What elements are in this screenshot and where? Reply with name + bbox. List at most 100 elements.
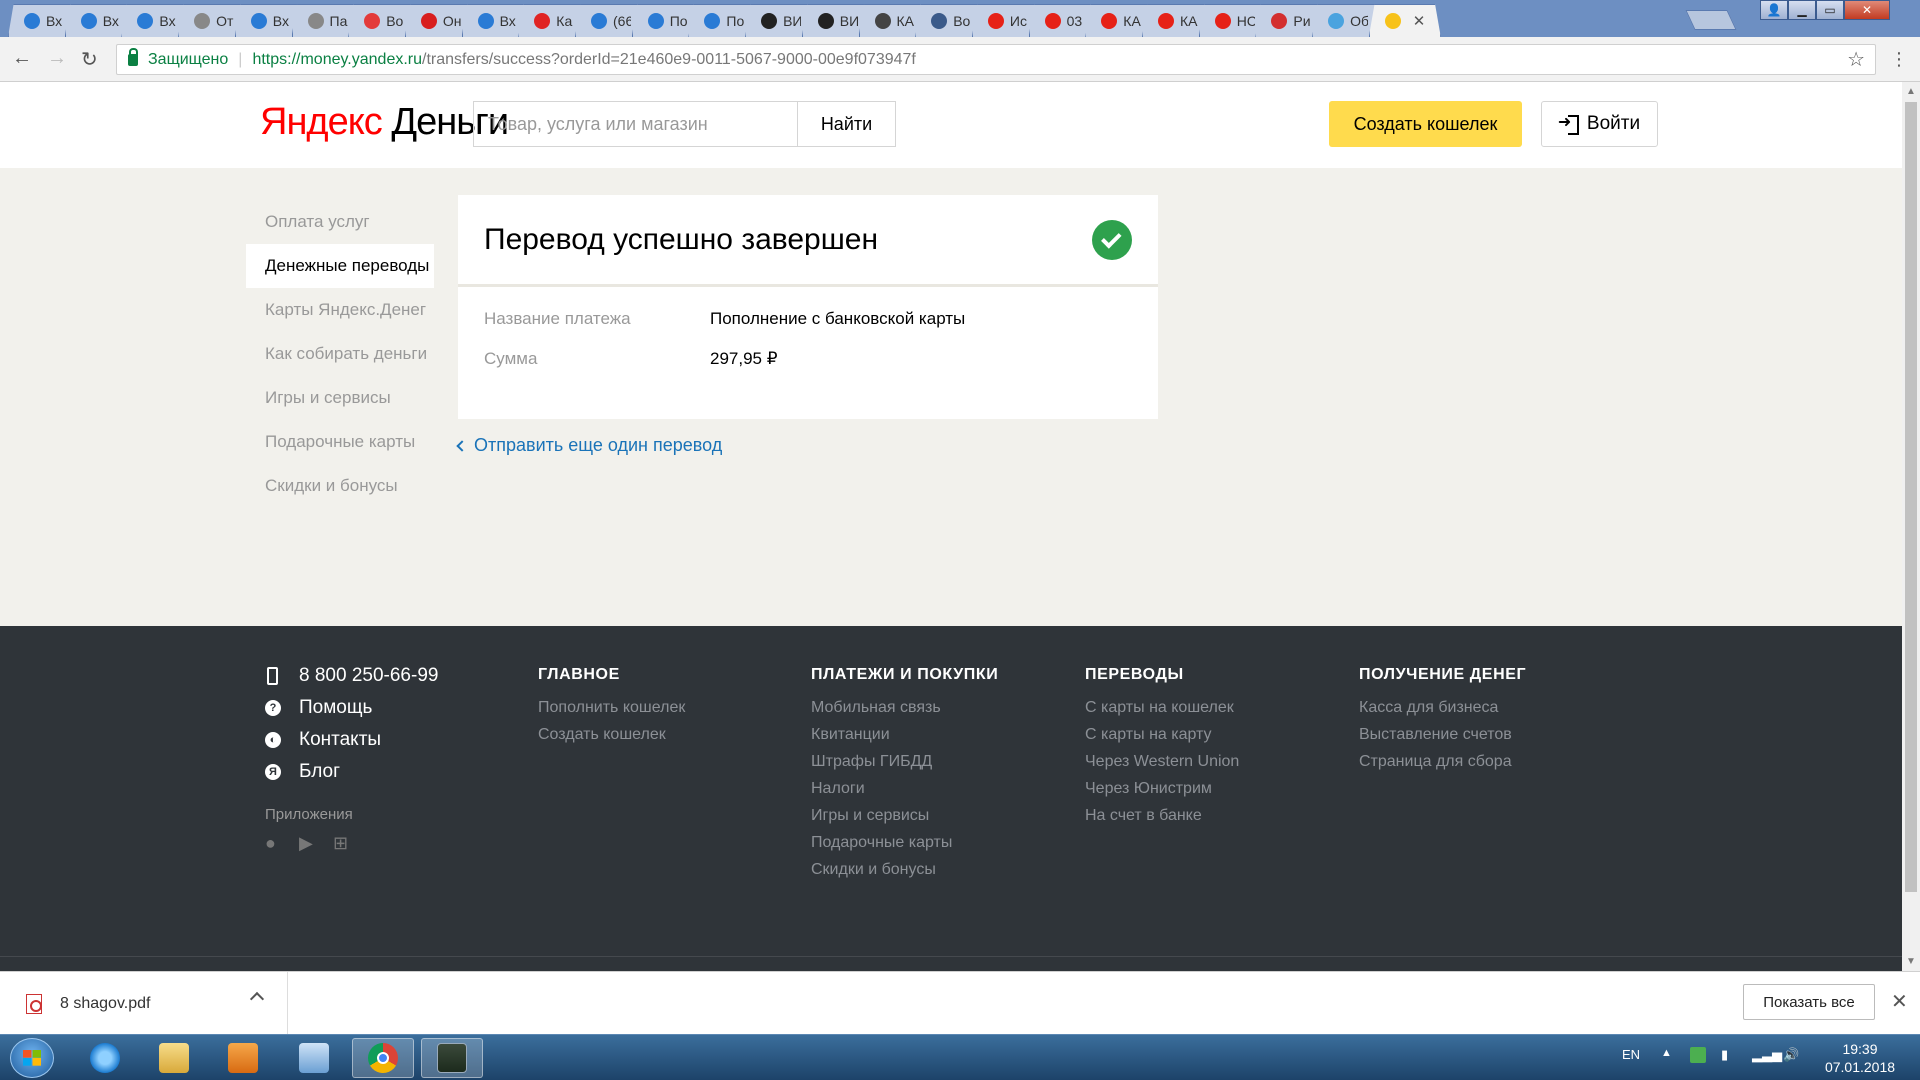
reload-icon[interactable]: ↻ <box>81 47 98 72</box>
user-profile-icon[interactable]: 👤 <box>1760 0 1788 20</box>
mail-at-icon <box>591 13 607 29</box>
system-clock[interactable]: 19:39 07.01.2018 <box>1810 1040 1910 1076</box>
back-arrow-icon[interactable]: ← <box>12 47 32 70</box>
send-another-transfer-link[interactable]: Отправить еще один перевод <box>456 435 722 456</box>
bird-icon <box>874 13 891 29</box>
windows-icon[interactable]: ⊞ <box>333 834 351 852</box>
clock-time: 19:39 <box>1842 1041 1878 1057</box>
close-shelf-icon[interactable]: ✕ <box>1891 989 1908 1014</box>
tab-title: КА <box>1180 13 1198 29</box>
footer-link[interactable]: Подарочные карты <box>811 829 998 856</box>
sidebar-nav: Оплата услуг Денежные переводы Карты Яндек… <box>246 200 434 508</box>
search-button[interactable]: Найти <box>797 101 896 147</box>
forward-arrow-icon[interactable]: → <box>47 47 67 70</box>
tab-title: От <box>216 13 234 29</box>
chrome-taskbar-icon[interactable] <box>352 1038 414 1078</box>
detail-label: Название платежа <box>484 309 631 328</box>
tray-app-icon[interactable] <box>1690 1047 1706 1063</box>
bookmark-star-icon[interactable]: ☆ <box>1847 47 1865 72</box>
footer-link[interactable]: Игры и сервисы <box>811 802 998 829</box>
page-scrollbar[interactable]: ▲ ▼ <box>1902 82 1920 971</box>
footer-contact[interactable]: ◐ Контакты <box>265 724 438 756</box>
sidebar-item[interactable]: Денежные переводы <box>246 244 434 288</box>
media-player-icon[interactable] <box>212 1038 274 1078</box>
yandex-money-logo[interactable]: Яндекс Деньги <box>260 101 509 144</box>
close-tab-icon[interactable]: ✕ <box>1413 12 1426 30</box>
footer-contact[interactable]: Я Блог <box>265 756 438 788</box>
network-app-icon[interactable] <box>283 1038 345 1078</box>
apple-icon[interactable]: ● <box>265 834 283 852</box>
tab-title: Во <box>953 13 971 29</box>
language-indicator[interactable]: EN <box>1622 1047 1640 1062</box>
footer-link[interactable]: С карты на кошелек <box>1085 694 1239 721</box>
phone-icon <box>267 667 278 685</box>
new-tab-button[interactable] <box>1685 10 1737 30</box>
mail-at-icon <box>24 13 40 29</box>
download-item[interactable]: 8 shagov.pdf <box>0 972 288 1035</box>
sidebar-item[interactable]: Как собирать деньги <box>246 332 434 376</box>
footer-link[interactable]: Мобильная связь <box>811 694 998 721</box>
sidebar-item[interactable]: Карты Яндекс.Денег <box>246 288 434 332</box>
network-signal-icon[interactable]: ▂▃▅ <box>1752 1047 1782 1063</box>
terminal-app-icon[interactable] <box>421 1038 483 1078</box>
scroll-up-icon[interactable]: ▲ <box>1906 86 1916 97</box>
maximize-button[interactable]: ▭ <box>1816 0 1844 20</box>
footer-link[interactable]: На счет в банке <box>1085 802 1239 829</box>
help-icon: ? <box>265 700 281 716</box>
footer-link[interactable]: Налоги <box>811 775 998 802</box>
footer-link[interactable]: Через Юнистрим <box>1085 775 1239 802</box>
sidebar-item[interactable]: Скидки и бонусы <box>246 464 434 508</box>
search-input[interactable]: Товар, услуга или магазин <box>473 101 797 147</box>
chrome-menu-icon[interactable]: ⋮ <box>1890 49 1908 70</box>
chevron-up-icon[interactable] <box>249 991 265 1007</box>
heart-icon <box>420 13 437 29</box>
youtube-icon <box>1101 13 1118 29</box>
file-explorer-icon[interactable] <box>143 1038 205 1078</box>
show-all-downloads-button[interactable]: Показать все <box>1743 984 1875 1020</box>
create-wallet-button[interactable]: Создать кошелек <box>1329 101 1522 147</box>
apps-label: Приложения <box>265 806 353 823</box>
battery-icon[interactable]: ▮ <box>1721 1047 1728 1063</box>
separator: | <box>238 50 243 68</box>
minimize-button[interactable]: ▁ <box>1788 0 1816 20</box>
tray-expand-icon[interactable]: ▲ <box>1661 1047 1672 1059</box>
lock-icon <box>128 47 138 66</box>
scroll-down-icon[interactable]: ▼ <box>1906 956 1916 967</box>
heart-outline-icon <box>364 13 381 29</box>
footer-link[interactable]: Пополнить кошелек <box>538 694 685 721</box>
footer-link[interactable]: Штрафы ГИБДД <box>811 748 998 775</box>
login-button[interactable]: Войти <box>1541 101 1658 147</box>
yin-icon <box>761 13 778 29</box>
footer-link[interactable]: Выставление счетов <box>1359 721 1526 748</box>
browser-tab-active[interactable]: ✕ <box>1368 4 1441 37</box>
download-shelf: 8 shagov.pdf Показать все ✕ <box>0 971 1920 1035</box>
address-bar[interactable]: Защищено | https://money.yandex.ru/trans… <box>116 44 1876 75</box>
sidebar-item[interactable]: Оплата услуг <box>246 200 434 244</box>
tab-title: Во <box>386 13 404 29</box>
footer-contact[interactable]: ? Помощь <box>265 692 438 724</box>
start-button[interactable] <box>10 1038 54 1078</box>
url-path: /transfers/success?orderId=21e460e9-0011… <box>422 50 916 68</box>
footer-link[interactable]: Страница для сбора <box>1359 748 1526 775</box>
footer-link[interactable]: Через Western Union <box>1085 748 1239 775</box>
sidebar-item[interactable]: Подарочные карты <box>246 420 434 464</box>
footer-contact[interactable]: 8 800 250-66-99 <box>265 660 438 692</box>
globe-icon: ◐ <box>265 732 281 748</box>
footer-link[interactable]: Касса для бизнеса <box>1359 694 1526 721</box>
mail-at-icon <box>704 13 721 29</box>
transfer-result-card: Перевод успешно завершен Название платеж… <box>458 195 1158 419</box>
mail-at-icon <box>80 13 97 29</box>
google-play-icon[interactable]: ▶ <box>299 834 317 852</box>
footer-link[interactable]: Создать кошелек <box>538 721 685 748</box>
footer-link[interactable]: Квитанции <box>811 721 998 748</box>
footer-link[interactable]: Скидки и бонусы <box>811 856 998 883</box>
tab-title: КА <box>896 13 915 29</box>
scrollbar-thumb[interactable] <box>1905 102 1917 892</box>
youtube-icon <box>987 13 1004 29</box>
volume-icon[interactable]: 🔊 <box>1783 1047 1799 1063</box>
close-window-button[interactable]: ✕ <box>1844 0 1890 20</box>
browser-tab-strip: Вх Вх Вх От Вх Па Во Он Вх Ка (66 По По ВИ ВИ КА Во Ис 03 К… <box>0 0 1920 37</box>
footer-link[interactable]: С карты на карту <box>1085 721 1239 748</box>
sidebar-item[interactable]: Игры и сервисы <box>246 376 434 420</box>
internet-explorer-icon[interactable] <box>74 1038 136 1078</box>
